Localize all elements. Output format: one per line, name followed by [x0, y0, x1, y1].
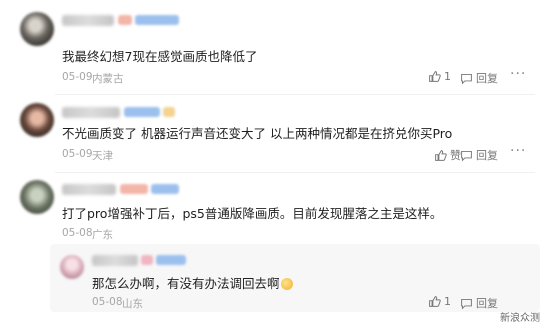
divider — [55, 172, 535, 173]
comment-location: 广东 — [92, 229, 113, 241]
level-badge — [163, 107, 175, 117]
emoji-icon — [280, 278, 293, 290]
like-button[interactable]: 1 — [428, 295, 451, 308]
comment-text: 不光画质变了 机器运行声音还变大了 以上两种情况都是在挤兑你买Pro — [62, 126, 453, 141]
reply-text: 那怎么办啊，有没有办法调回去啊 — [92, 273, 293, 292]
comment-date: 05-08 — [62, 227, 93, 239]
more-options-icon[interactable]: ··· — [510, 143, 526, 159]
vip-badge — [135, 15, 179, 25]
avatar[interactable] — [60, 255, 84, 279]
reply-button[interactable]: 回复 — [460, 70, 498, 86]
divider — [55, 94, 535, 95]
vip-badge — [124, 107, 160, 117]
comment-icon — [461, 150, 472, 162]
comment-text: 打了pro增强补丁后，ps5普通版降画质。目前发现腥落之主是这样。 — [62, 206, 443, 221]
reply-label: 回复 — [476, 149, 498, 162]
comment-location: 天津 — [92, 150, 113, 162]
comment-text: 我最终幻想7现在感觉画质也降低了 — [62, 49, 258, 64]
avatar[interactable] — [20, 103, 54, 137]
thumbs-up-icon — [429, 71, 441, 82]
reply-button[interactable]: 回复 — [460, 295, 498, 311]
thumbs-up-icon — [429, 296, 441, 307]
reply-text-content: 那怎么办啊，有没有办法调回去啊 — [92, 276, 280, 291]
level-badge — [118, 15, 132, 25]
watermark: 新浪众测 — [500, 313, 540, 324]
avatar[interactable] — [20, 180, 54, 214]
username-blurred[interactable] — [92, 255, 138, 266]
level-badge — [141, 255, 153, 265]
like-button[interactable]: 1 — [428, 70, 451, 83]
like-count: 1 — [444, 70, 451, 83]
reply-label: 回复 — [476, 297, 498, 310]
comment-date: 05-09 — [62, 148, 93, 160]
avatar[interactable] — [20, 12, 54, 46]
like-button[interactable]: 赞 — [434, 147, 461, 163]
comment-date: 05-09 — [62, 71, 93, 83]
like-count: 1 — [444, 295, 451, 308]
comment-icon — [461, 298, 472, 310]
thumbs-up-icon — [435, 149, 447, 161]
vip-badge — [151, 184, 179, 194]
level-badge — [120, 184, 148, 194]
username-blurred[interactable] — [62, 107, 120, 118]
comment-location: 内蒙古 — [92, 73, 124, 85]
reply-button[interactable]: 回复 — [460, 147, 498, 163]
reply-location: 山东 — [122, 298, 143, 310]
more-options-icon[interactable]: ··· — [510, 66, 526, 82]
vip-badge — [156, 255, 186, 265]
username-blurred[interactable] — [62, 184, 116, 195]
username-blurred[interactable] — [62, 15, 114, 26]
comment-icon — [461, 73, 472, 85]
reply-date: 05-08 — [92, 296, 123, 308]
reply-label: 回复 — [476, 72, 498, 85]
